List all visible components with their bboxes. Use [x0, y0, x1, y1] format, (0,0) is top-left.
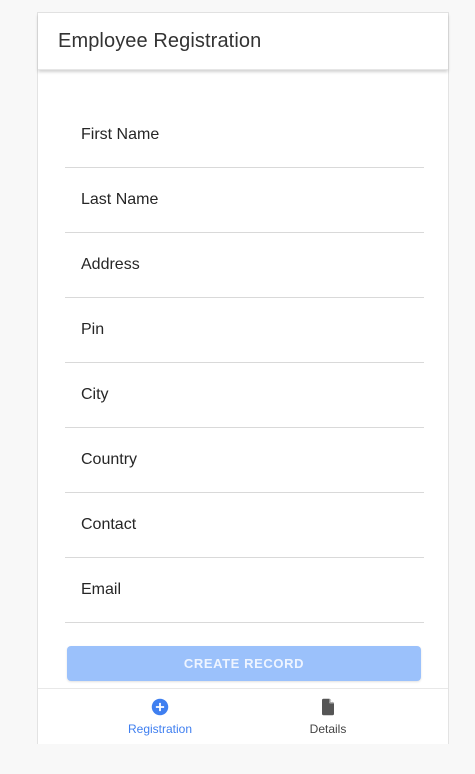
page-title: Employee Registration — [58, 30, 262, 52]
city-field[interactable]: City — [65, 363, 424, 428]
email-field[interactable]: Email — [65, 558, 424, 623]
contact-field[interactable]: Contact — [65, 493, 424, 558]
address-field[interactable]: Address — [65, 233, 424, 298]
first-name-field[interactable]: First Name — [65, 103, 424, 168]
last-name-field[interactable]: Last Name — [65, 168, 424, 233]
country-field[interactable]: Country — [65, 428, 424, 493]
add-circle-icon — [151, 698, 169, 716]
nav-item-registration[interactable]: Registration — [100, 689, 220, 744]
city-label: City — [81, 386, 109, 403]
address-label: Address — [81, 256, 140, 273]
country-label: Country — [81, 451, 138, 468]
create-record-button[interactable]: CREATE RECORD — [67, 646, 421, 681]
last-name-label: Last Name — [81, 191, 159, 208]
document-icon — [322, 698, 334, 716]
contact-label: Contact — [81, 516, 137, 533]
app-header: Employee Registration — [38, 13, 448, 70]
first-name-label: First Name — [81, 126, 160, 143]
nav-item-details[interactable]: Details — [268, 689, 388, 744]
registration-card: Employee Registration First Name Last Na… — [37, 12, 449, 744]
bottom-navigation: Registration Details — [38, 688, 448, 744]
nav-label-details: Details — [309, 722, 347, 736]
pin-field[interactable]: Pin — [65, 298, 424, 363]
pin-label: Pin — [81, 321, 105, 338]
nav-label-registration: Registration — [127, 722, 193, 736]
email-label: Email — [81, 581, 122, 598]
